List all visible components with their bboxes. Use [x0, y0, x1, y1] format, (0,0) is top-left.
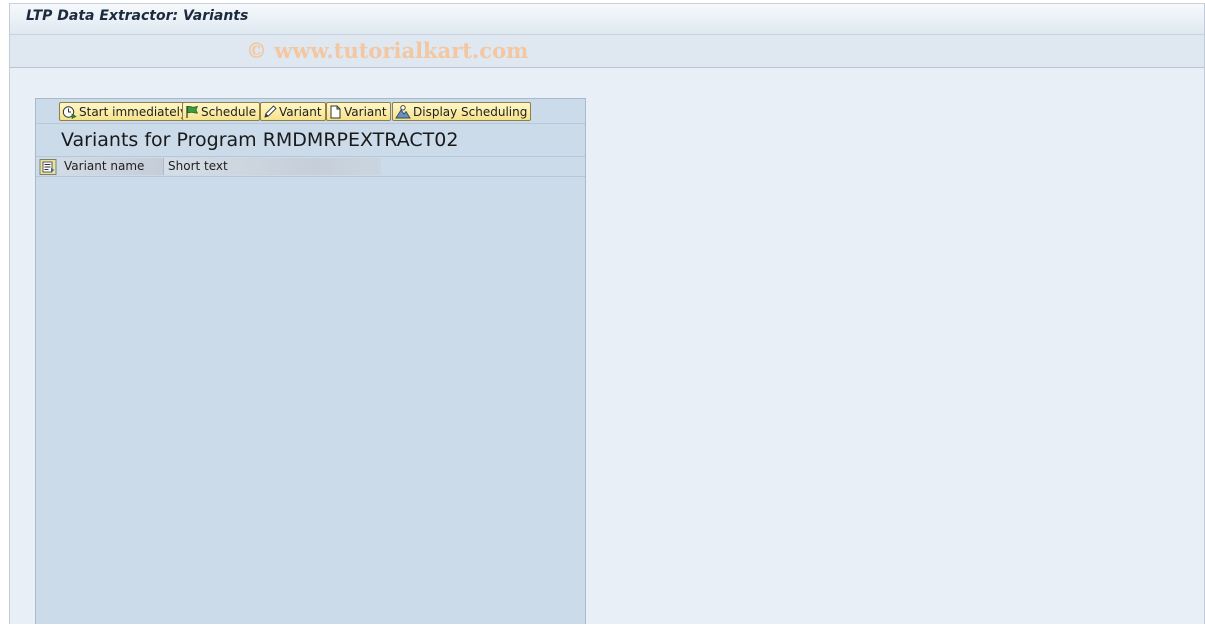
change-variant-button[interactable]: Variant — [260, 102, 326, 121]
application-toolbar: © www.tutorialkart.com — [10, 34, 1204, 68]
variants-toolbar: Start immediately Schedule Variant Varia… — [36, 99, 585, 124]
change-variant-label: Variant — [279, 104, 322, 119]
variants-grid-header: Variant name Short text — [36, 157, 585, 177]
schedule-button[interactable]: Schedule — [182, 102, 261, 121]
schedule-label: Schedule — [201, 104, 257, 119]
clock-execute-icon — [62, 105, 77, 119]
mountain-icon — [395, 104, 411, 119]
title-bar: LTP Data Extractor: Variants — [10, 3, 1204, 34]
flag-icon — [185, 105, 199, 119]
start-immediately-label: Start immediately — [79, 104, 188, 119]
column-header-variant-name[interactable]: Variant name — [60, 158, 164, 175]
create-variant-button[interactable]: Variant — [326, 102, 391, 121]
start-immediately-button[interactable]: Start immediately — [59, 102, 192, 121]
new-document-icon — [329, 105, 342, 119]
select-all-button[interactable] — [37, 158, 58, 175]
create-variant-label: Variant — [344, 104, 387, 119]
display-scheduling-label: Display Scheduling — [413, 104, 528, 119]
select-all-icon — [39, 158, 56, 175]
display-scheduling-button[interactable]: Display Scheduling — [392, 102, 532, 121]
pencil-icon — [263, 104, 277, 119]
column-header-short-text[interactable]: Short text — [164, 158, 381, 175]
panel-title: Variants for Program RMDMRPEXTRACT02 — [61, 129, 459, 151]
watermark-text: © www.tutorialkart.com — [246, 38, 529, 63]
sap-window: LTP Data Extractor: Variants © www.tutor… — [9, 3, 1205, 624]
variants-panel: Start immediately Schedule Variant Varia… — [35, 98, 586, 624]
window-title: LTP Data Extractor: Variants — [26, 8, 249, 24]
